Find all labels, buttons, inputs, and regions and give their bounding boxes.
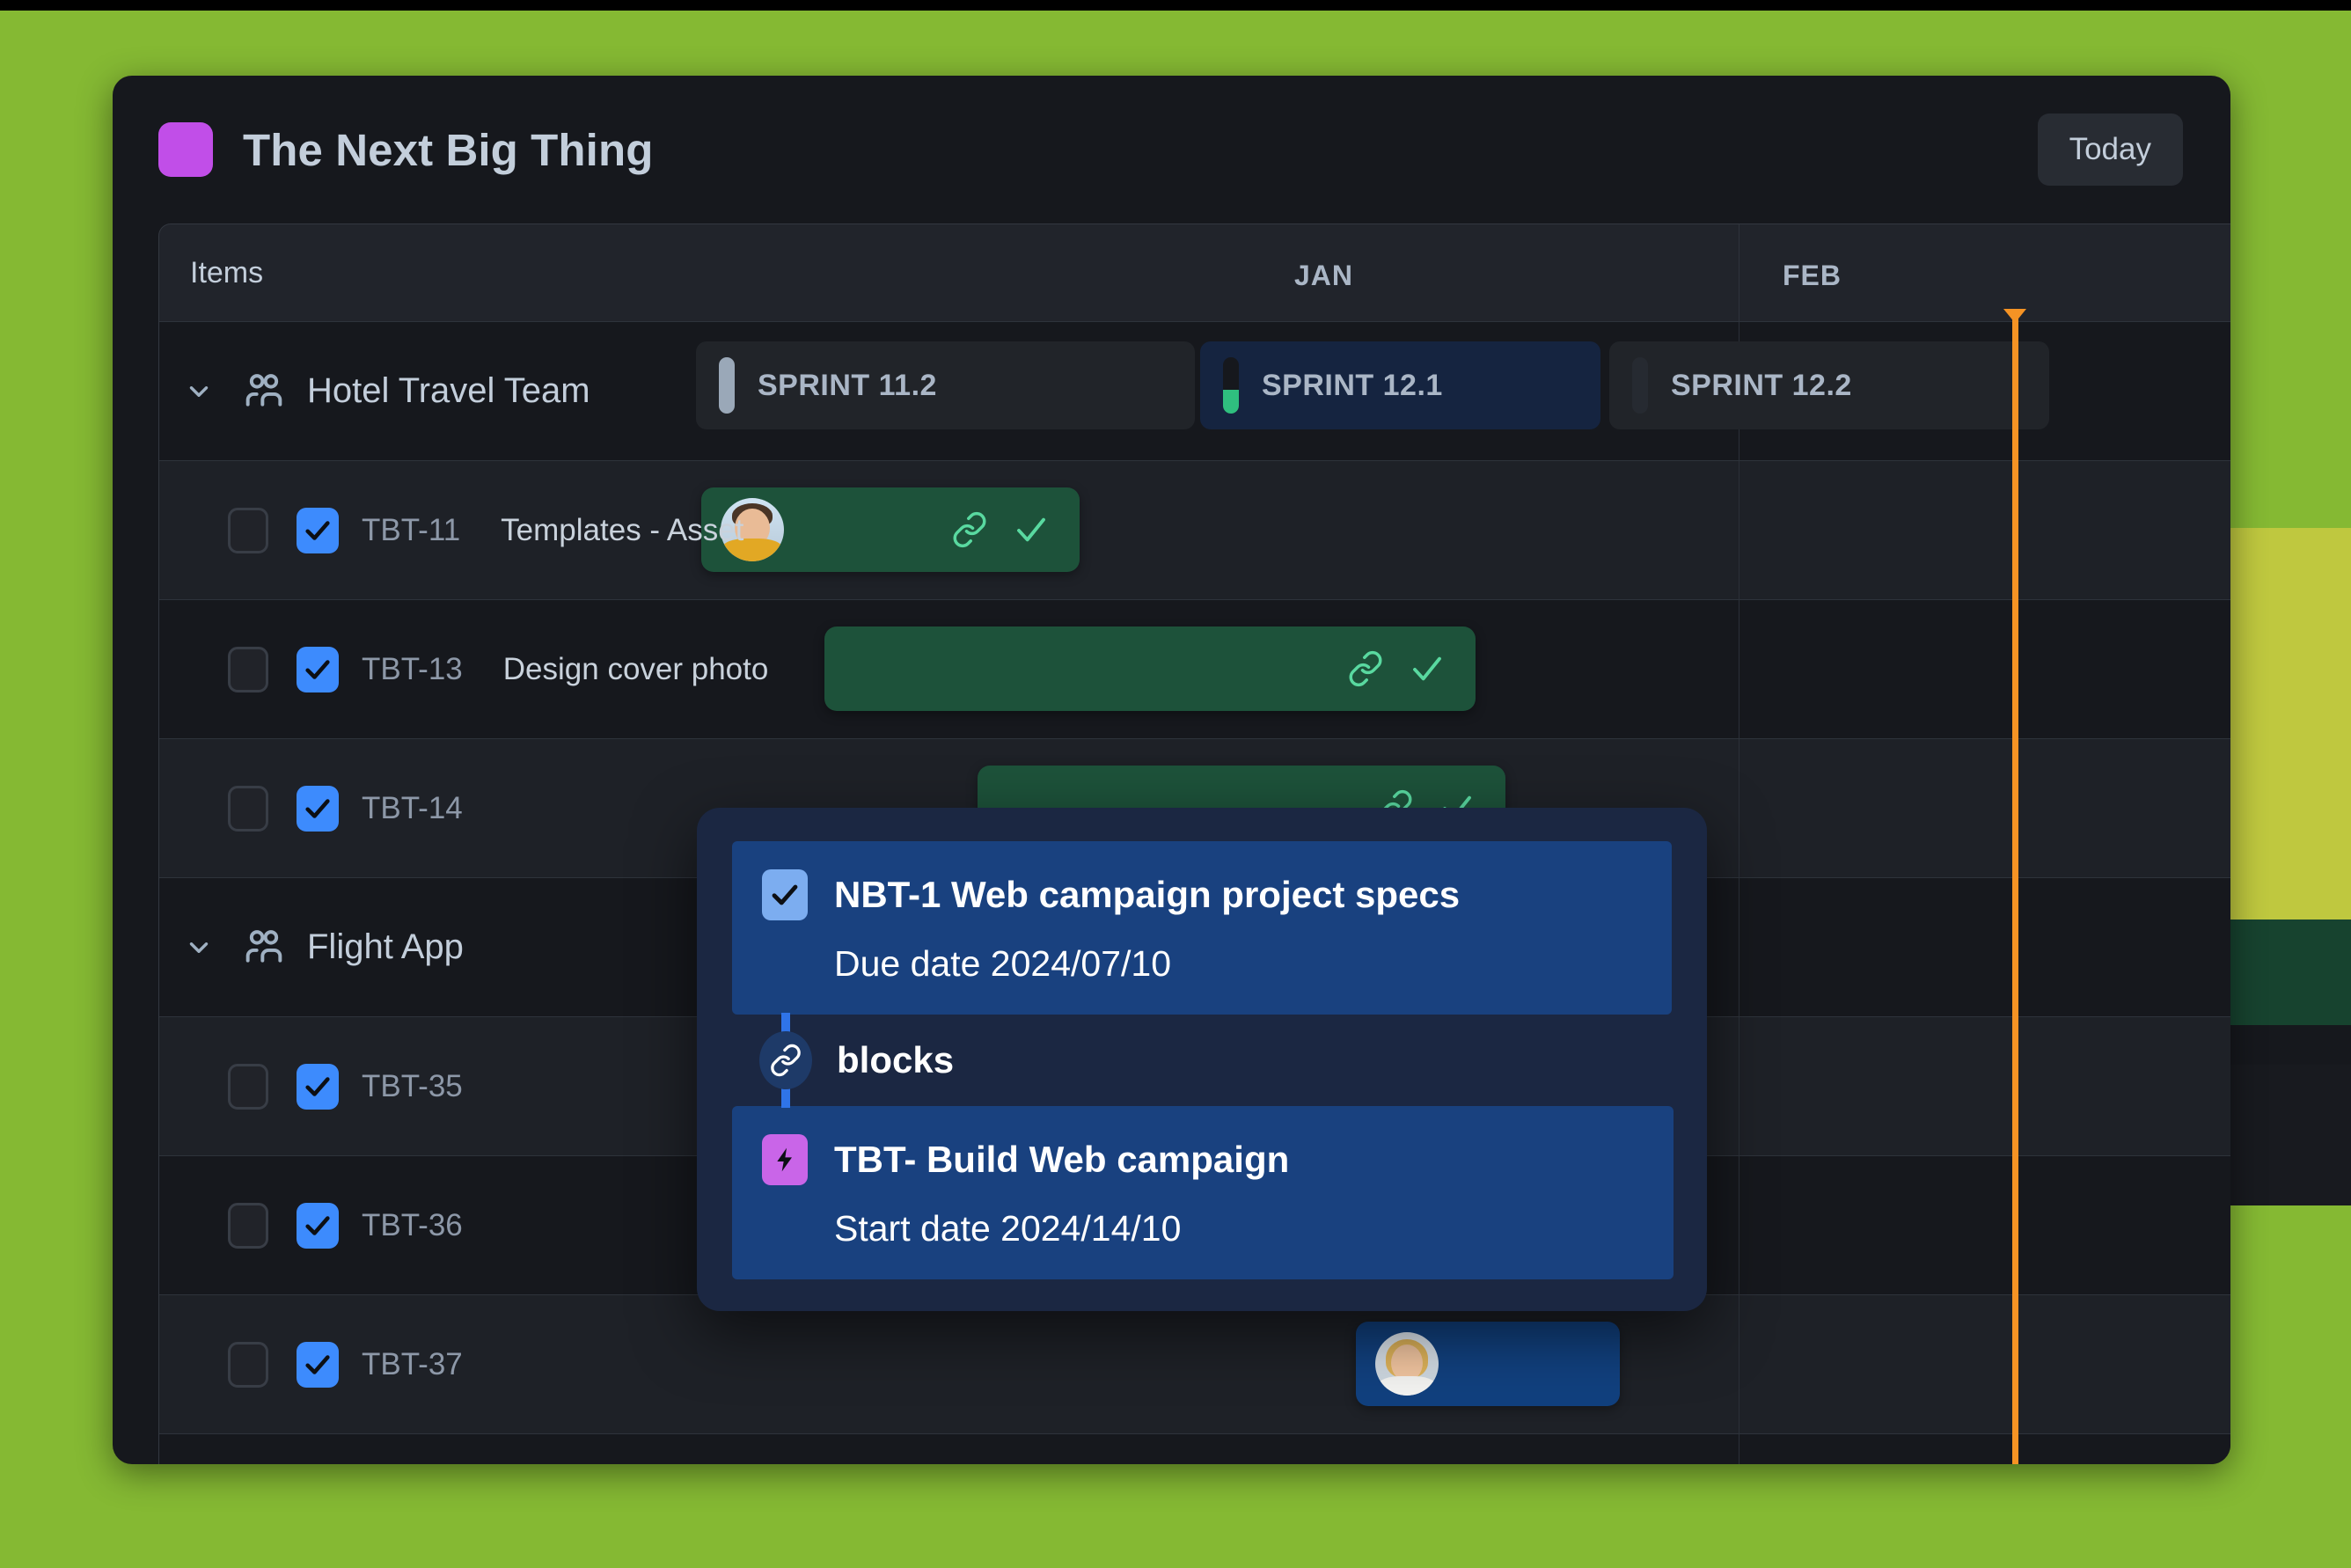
tooltip-target-title: TBT- Build Web campaign [834,1139,1290,1180]
sprint-label: SPRINT 11.2 [758,368,937,402]
people-icon [242,926,286,970]
task-key-label: TBT-35 [362,1068,463,1103]
background-band-yellow [2230,528,2351,972]
sprint-pill-12-1[interactable]: SPRINT 12.1 [1200,341,1600,429]
sprint-label: SPRINT 12.1 [1262,368,1443,402]
task-key-label: TBT-11 [362,512,461,547]
link-icon [1349,650,1382,687]
people-icon [242,370,286,414]
table-row[interactable]: TBT-11 Templates - Asset [159,460,2230,599]
month-label-jan: JAN [1294,260,1354,291]
today-marker-line [2012,318,2018,1464]
row-select-checkbox[interactable] [228,785,268,832]
task-key-label: TBT-36 [362,1207,463,1242]
app-panel: The Next Big Thing Today Items JAN FEB H… [113,76,2230,1464]
link-icon [759,1031,812,1089]
task-left-cell: TBT-38 Edit input form [159,1434,687,1464]
row-select-checkbox[interactable] [228,1063,268,1110]
items-column-header: Items [190,255,264,289]
background-top-strip [0,0,2351,11]
task-left-cell: TBT-11 Templates - Asset [159,461,743,599]
task-name-label: Design cover photo [502,651,769,686]
task-timeline-cell [687,461,2230,599]
gantt-bar[interactable] [824,626,1476,711]
panel-header: The Next Big Thing Today [113,76,2230,223]
task-key-label: TBT-37 [362,1346,463,1381]
timeline-header-row: Items JAN FEB [159,224,2230,321]
dependency-tooltip: NBT-1 Web campaign project specs Due dat… [697,808,1707,1311]
task-left-cell: TBT-35 [159,1017,687,1155]
task-timeline-cell [687,600,2230,738]
tooltip-source-detail: Due date 2024/07/10 [834,943,1171,984]
background-band-dark-green [2230,920,2351,1025]
chevron-down-icon[interactable] [179,377,219,407]
group-row[interactable]: Hotel Travel Team SPRINT 11.2 SPRINT 12.… [159,321,2230,460]
table-row[interactable]: TBT-37 [159,1294,2230,1433]
task-name-label: Templates - Asset [501,512,744,547]
task-left-cell: TBT-37 [159,1295,687,1433]
tooltip-target-detail: Start date 2024/14/10 [834,1208,1182,1249]
table-row[interactable]: TBT-38 Edit input form [159,1433,2230,1464]
group-left-cell: Flight App [159,878,687,1016]
task-key-label: TBT-14 [362,790,463,825]
bar-icon-group [1347,650,1446,687]
sprint-progress-bar [719,357,735,414]
task-status-checkbox[interactable] [297,507,339,553]
avatar [1375,1332,1439,1396]
sprint-label: SPRINT 12.2 [1671,368,1852,402]
task-status-checkbox[interactable] [297,1202,339,1249]
tooltip-relation: blocks [732,1013,1672,1108]
tooltip-target-card[interactable]: TBT- Build Web campaign Start date 2024/… [732,1106,1674,1279]
row-select-checkbox[interactable] [228,646,268,692]
row-select-checkbox[interactable] [228,1341,268,1388]
check-icon [1413,656,1441,681]
table-row[interactable]: TBT-13 Design cover photo [159,599,2230,738]
task-left-cell: TBT-14 [159,739,687,877]
row-select-checkbox[interactable] [228,507,268,553]
page-title: The Next Big Thing [243,124,654,175]
today-marker-arrow [2003,309,2026,323]
check-icon [1017,517,1045,542]
gantt-bar[interactable] [701,487,1080,572]
today-button[interactable]: Today [2037,114,2183,186]
checkbox-checked-icon [762,869,808,920]
task-key-label: TBT-13 [362,651,463,686]
project-color-swatch [158,122,213,177]
task-timeline-cell [687,1295,2230,1433]
task-status-checkbox[interactable] [297,785,339,832]
group-timeline-cell: SPRINT 11.2 SPRINT 12.1 SPRINT 12.2 [687,322,2230,460]
task-left-cell: TBT-36 [159,1156,687,1294]
tooltip-source-title: NBT-1 Web campaign project specs [834,874,1461,915]
task-left-cell: TBT-13 Design cover photo [159,600,768,738]
group-left-cell: Hotel Travel Team [159,322,687,460]
sprint-progress-bar [1223,357,1239,414]
bar-icon-group [951,511,1050,548]
task-status-checkbox[interactable] [297,646,339,692]
sprint-pill-11-2[interactable]: SPRINT 11.2 [696,341,1195,429]
task-status-checkbox[interactable] [297,1341,339,1388]
lightning-bolt-icon [762,1134,808,1185]
task-timeline-cell [687,1434,2230,1464]
tooltip-relation-label: blocks [837,1039,955,1081]
background-band-dark-block [2230,1025,2351,1065]
row-select-checkbox[interactable] [228,1202,268,1249]
month-label-feb: FEB [1783,260,1842,291]
tooltip-source-card[interactable]: NBT-1 Web campaign project specs Due dat… [732,841,1672,1015]
group-name-label: Hotel Travel Team [307,371,590,410]
sprint-progress-bar [1632,357,1648,414]
task-status-checkbox[interactable] [297,1063,339,1110]
gantt-bar[interactable] [1356,1322,1620,1406]
sprint-pill-12-2[interactable]: SPRINT 12.2 [1609,341,2049,429]
link-icon [953,511,986,548]
chevron-down-icon[interactable] [179,933,219,963]
group-name-label: Flight App [307,927,464,966]
